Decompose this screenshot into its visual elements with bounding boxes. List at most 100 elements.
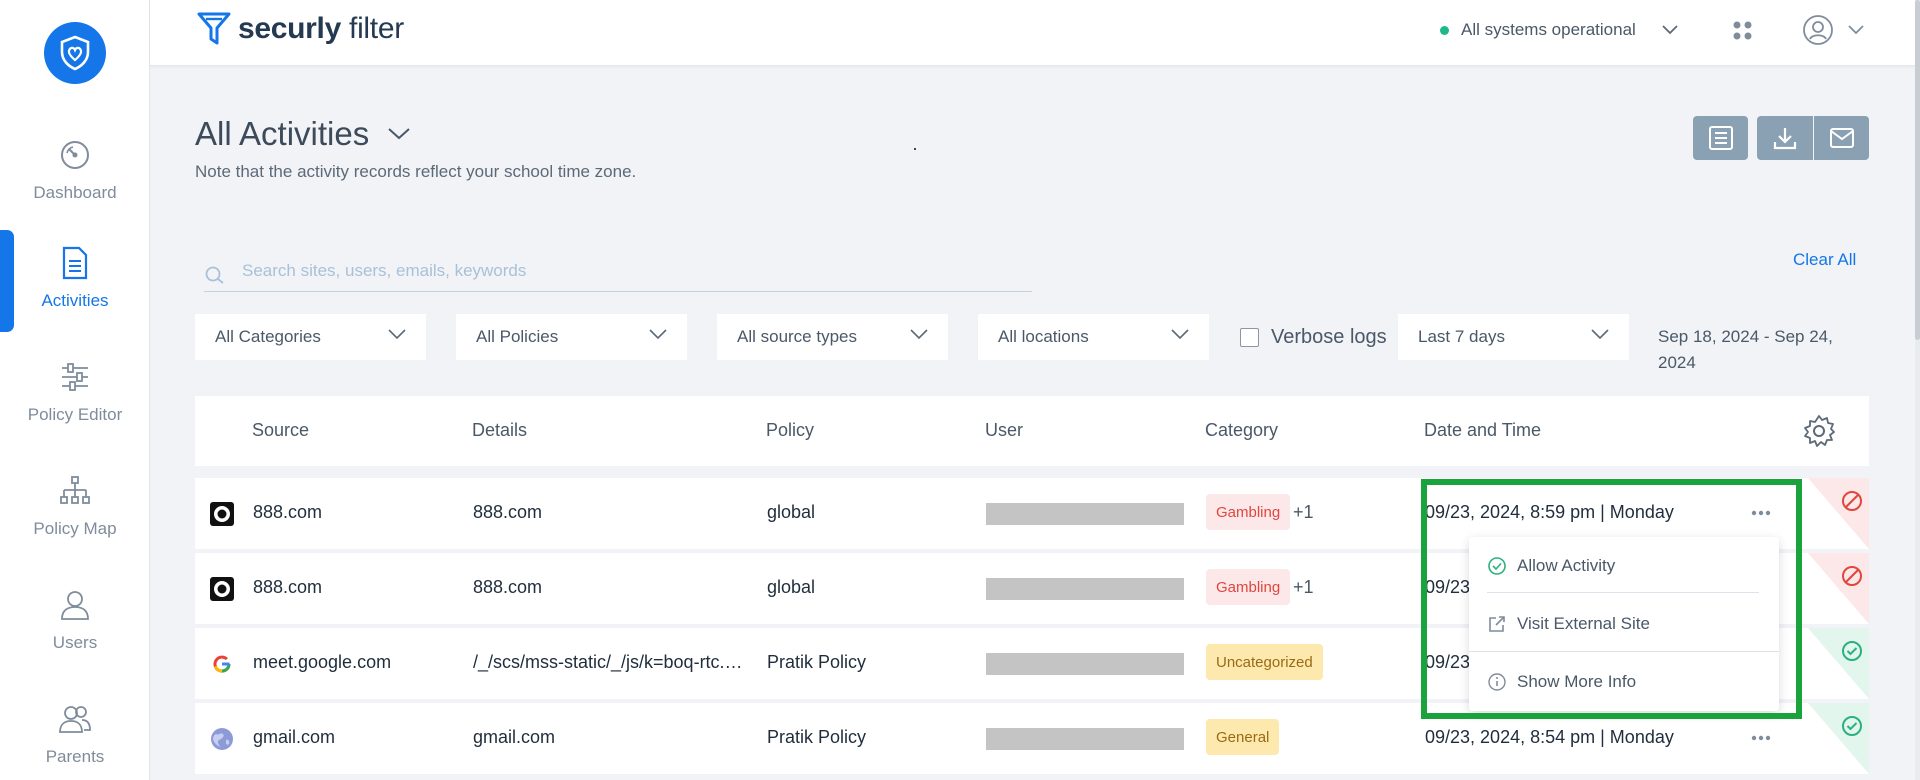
sidebar-item-users[interactable]: Users [0, 570, 150, 670]
chevron-down-icon [388, 329, 406, 340]
stray-dot [914, 148, 916, 150]
policy-filter-value: All Policies [476, 327, 559, 346]
system-status[interactable]: All systems operational [1440, 20, 1678, 40]
page-scrollbar[interactable] [1915, 0, 1920, 780]
sidebar-item-label: Users [52, 633, 98, 652]
more-options-icon[interactable] [1751, 725, 1771, 751]
globe-icon [209, 726, 235, 752]
download-icon [1773, 128, 1797, 150]
verbose-logs-checkbox[interactable] [1240, 328, 1259, 347]
allowed-flag [1808, 703, 1869, 774]
user-icon [57, 587, 93, 623]
sidebar-item-label: Parents [45, 747, 105, 766]
category-filter[interactable]: All Categories [195, 314, 426, 360]
column-header-user[interactable]: User [985, 420, 1023, 441]
sliders-icon [57, 359, 93, 395]
site-favicon-icon [209, 501, 235, 527]
chevron-down-icon [910, 329, 928, 340]
top-bar: securly filter All systems operational [150, 0, 1915, 66]
site-favicon-icon [209, 576, 235, 602]
clear-all-link[interactable]: Clear All [1793, 250, 1856, 270]
allowed-flag [1808, 628, 1869, 699]
account-menu[interactable] [1802, 14, 1864, 46]
chevron-down-icon [1662, 25, 1678, 35]
column-header-date-time[interactable]: Date and Time [1424, 420, 1541, 441]
sidebar-item-label: Activities [41, 291, 109, 310]
gauge-icon [57, 137, 93, 173]
highlight-box [1421, 479, 1802, 719]
row-details: /_/scs/mss-static/_/js/k=boq-rtc.… [473, 652, 743, 672]
column-header-policy[interactable]: Policy [766, 420, 814, 441]
source-type-filter-value: All source types [737, 327, 857, 346]
sidebar: Dashboard Activities Policy Editor Polic… [0, 0, 150, 780]
table-header: Source Details Policy User Category Date… [195, 396, 1869, 466]
search-icon [205, 266, 224, 284]
funnel-logo-icon [197, 12, 231, 45]
chevron-down-icon [388, 128, 410, 140]
status-dot [1440, 25, 1449, 35]
row-source[interactable]: 888.com [253, 502, 322, 523]
app-logo[interactable] [44, 22, 106, 84]
location-filter-value: All locations [998, 327, 1089, 346]
blocked-icon [1842, 566, 1862, 586]
apps-grid-icon[interactable] [1732, 20, 1754, 42]
verbose-logs-toggle[interactable]: Verbose logs [1240, 326, 1387, 349]
column-header-category[interactable]: Category [1205, 420, 1278, 441]
page-title: All Activities [195, 115, 370, 152]
brand-name: securly filter [238, 12, 404, 45]
row-source[interactable]: meet.google.com [253, 652, 391, 673]
user-circle-icon [1803, 15, 1833, 45]
page-subtitle: Note that the activity records reflect y… [195, 162, 637, 181]
row-policy: Pratik Policy [767, 727, 867, 747]
verbose-logs-label: Verbose logs [1271, 326, 1387, 348]
search-bar [204, 250, 1032, 292]
category-badge: Gambling [1206, 494, 1291, 530]
date-range-display: Sep 18, 2024 - Sep 24, 2024 [1658, 324, 1868, 376]
row-details: 888.com [473, 577, 543, 597]
row-source[interactable]: 888.com [253, 577, 322, 598]
sitemap-icon [57, 473, 93, 509]
sidebar-item-activities[interactable]: Activities [0, 228, 150, 332]
report-button[interactable] [1693, 116, 1748, 160]
blocked-icon [1842, 491, 1862, 511]
gear-icon[interactable] [1802, 414, 1836, 448]
source-type-filter[interactable]: All source types [717, 314, 948, 360]
time-range-filter[interactable]: Last 7 days [1398, 314, 1629, 360]
location-filter[interactable]: All locations [978, 314, 1209, 360]
allowed-icon [1842, 716, 1862, 736]
sidebar-item-label: Dashboard [33, 183, 117, 202]
category-extra-count[interactable]: +1 [1293, 577, 1314, 598]
sidebar-item-policy-map[interactable]: Policy Map [0, 456, 150, 556]
row-user-redacted [986, 503, 1184, 525]
row-details: 888.com [473, 502, 543, 522]
blocked-flag [1808, 553, 1869, 624]
row-datetime: 09/23, 2024, 8:54 pm | Monday [1425, 727, 1674, 747]
scroll-thumb[interactable] [1915, 0, 1920, 340]
document-icon [57, 245, 93, 281]
title-dropdown[interactable] [388, 127, 410, 145]
brand-logo[interactable]: securly filter [196, 10, 404, 48]
chevron-down-icon [1171, 329, 1189, 340]
row-policy: global [767, 577, 816, 597]
google-icon [209, 651, 235, 677]
column-header-source[interactable]: Source [252, 420, 309, 441]
row-details: gmail.com [473, 727, 556, 747]
sidebar-item-dashboard[interactable]: Dashboard [0, 120, 150, 220]
row-policy: Pratik Policy [767, 652, 867, 672]
column-header-details[interactable]: Details [472, 420, 527, 441]
sidebar-item-policy-editor[interactable]: Policy Editor [0, 342, 150, 442]
category-extra-count[interactable]: +1 [1293, 502, 1314, 523]
download-button[interactable] [1757, 116, 1813, 160]
sidebar-item-parents[interactable]: Parents [0, 684, 150, 780]
status-text: All systems operational [1461, 20, 1636, 39]
search-input[interactable] [242, 260, 1002, 281]
chevron-down-icon [1848, 25, 1864, 35]
category-badge: Gambling [1206, 569, 1291, 605]
category-badge: Uncategorized [1206, 644, 1323, 680]
email-button[interactable] [1814, 116, 1869, 160]
allowed-icon [1842, 641, 1862, 661]
row-source[interactable]: gmail.com [253, 727, 335, 748]
policy-filter[interactable]: All Policies [456, 314, 687, 360]
chevron-down-icon [1591, 329, 1609, 340]
blocked-flag [1808, 478, 1869, 549]
